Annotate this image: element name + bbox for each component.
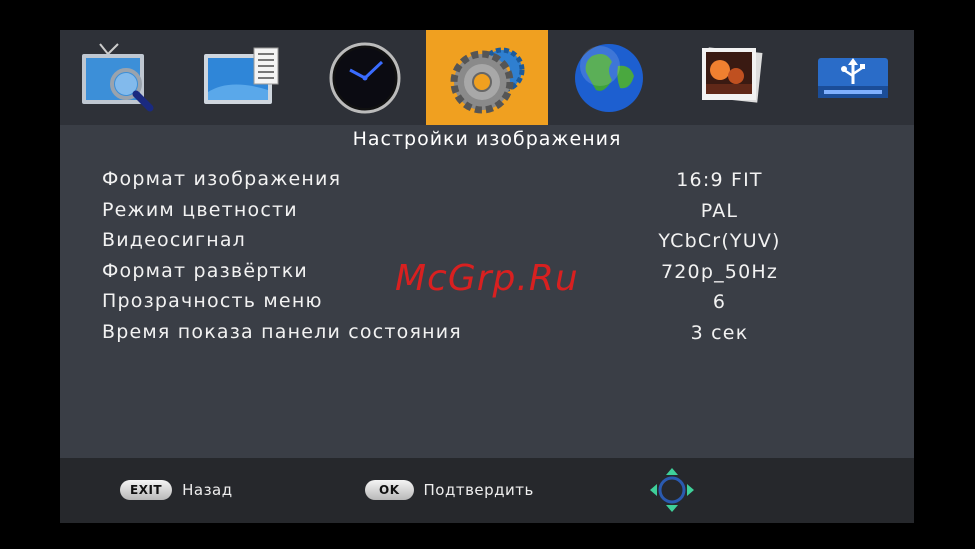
menu-clock[interactable] bbox=[304, 30, 426, 125]
setting-value: 720p_50Hz bbox=[660, 260, 779, 283]
setting-label: Режим цветности bbox=[102, 198, 298, 221]
settings-gears-icon bbox=[450, 47, 525, 113]
navigation-arrows-icon bbox=[650, 468, 694, 512]
tv-search-icon bbox=[82, 42, 154, 111]
photos-icon bbox=[702, 46, 763, 103]
setting-value: YCbCr(YUV) bbox=[658, 230, 781, 252]
setting-row-video-signal[interactable]: Видеосигнал YCbCr(YUV) bbox=[102, 229, 902, 260]
tv-guide-icon bbox=[204, 47, 279, 104]
page-title: Настройки изображения bbox=[352, 128, 622, 150]
setting-row-status-bar-time[interactable]: Время показа панели состояния 3 сек bbox=[102, 321, 902, 352]
setting-label: Формат развёртки bbox=[102, 259, 308, 282]
setting-label: Формат изображения bbox=[102, 168, 342, 190]
setting-row-aspect[interactable]: Формат изображения 16:9 FIT bbox=[102, 168, 902, 199]
setting-label: Время показа панели состояния bbox=[102, 320, 462, 343]
globe-icon bbox=[575, 43, 643, 112]
main-menu-bar bbox=[60, 30, 914, 125]
usb-drive-icon bbox=[818, 57, 888, 98]
exit-hint-label: Назад bbox=[182, 481, 233, 499]
ok-hint: OK Подтвердить bbox=[365, 480, 534, 500]
menu-globe[interactable] bbox=[548, 30, 670, 125]
setting-label: Прозрачность меню bbox=[102, 290, 323, 312]
setting-value: 6 bbox=[712, 291, 727, 313]
menu-photos[interactable] bbox=[670, 30, 792, 125]
exit-hint: EXIT Назад bbox=[120, 480, 233, 500]
menu-tv-guide[interactable] bbox=[182, 30, 304, 125]
menu-settings[interactable] bbox=[426, 30, 548, 125]
footer-hints: EXIT Назад OK Подтвердить bbox=[60, 458, 914, 523]
menu-tv-search[interactable] bbox=[60, 30, 182, 125]
ok-hint-label: Подтвердить bbox=[423, 481, 534, 499]
setting-value: 16:9 FIT bbox=[676, 169, 763, 191]
setting-value: 3 сек bbox=[690, 321, 749, 344]
setting-label: Видеосигнал bbox=[102, 229, 247, 251]
watermark: McGrp.Ru bbox=[395, 258, 579, 299]
exit-key-button[interactable]: EXIT bbox=[120, 480, 173, 500]
setting-value: PAL bbox=[700, 199, 739, 222]
menu-usb[interactable] bbox=[792, 30, 914, 125]
clock-icon bbox=[329, 42, 401, 113]
setting-row-color-mode[interactable]: Режим цветности PAL bbox=[102, 199, 902, 230]
tv-screen: Настройки изображения Формат изображения… bbox=[60, 30, 914, 523]
ok-key-button[interactable]: OK bbox=[365, 480, 414, 500]
